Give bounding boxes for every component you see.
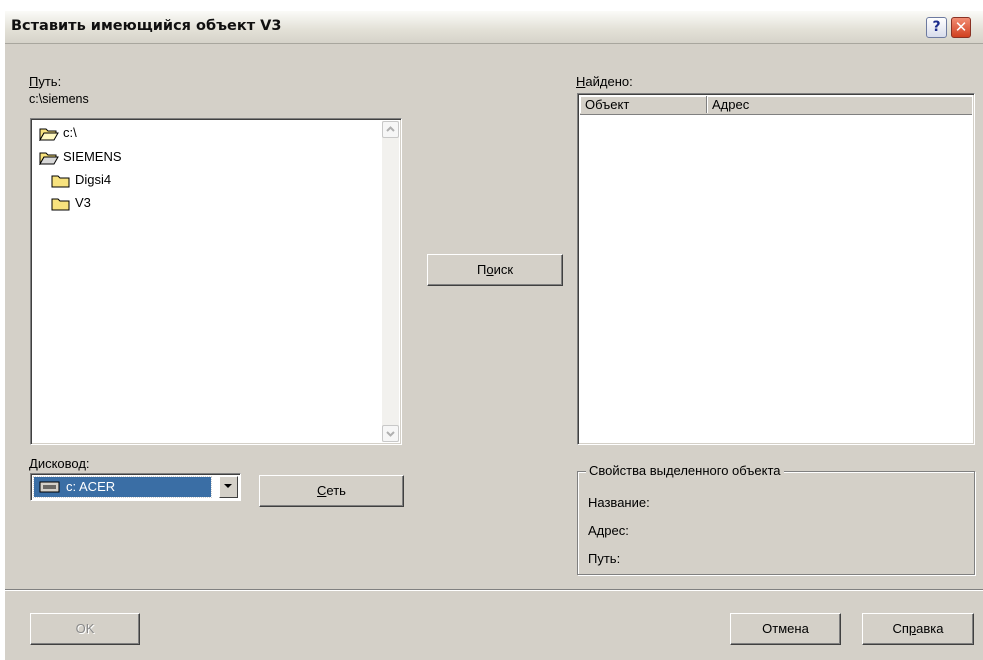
chevron-up-icon	[386, 126, 395, 132]
drive-value: c: ACER	[66, 479, 116, 494]
tree-item-label: Digsi4	[75, 172, 112, 187]
closed-folder-icon	[51, 198, 70, 211]
window-title: Вставить имеющийся объект V3	[11, 18, 282, 34]
network-label-rest: еть	[326, 483, 346, 498]
properties-group: Свойства выделенного объекта Название: А…	[577, 463, 975, 575]
tree-item-v3[interactable]: V3	[51, 194, 91, 212]
scroll-down-arrow[interactable]	[382, 425, 399, 442]
ok-button[interactable]: OK	[30, 613, 140, 645]
path-label-rest: уть:	[38, 74, 62, 89]
tree-item-siemens[interactable]: SIEMENS	[39, 148, 122, 166]
found-label: Найдено:	[576, 74, 633, 89]
tree-item-label: SIEMENS	[63, 149, 122, 164]
network-button[interactable]: Сеть	[259, 475, 404, 507]
property-name-label: Название:	[588, 495, 650, 510]
drive-label: Дисковод:	[29, 456, 90, 471]
close-button[interactable]: ✕	[951, 17, 971, 38]
found-label-rest: айдено:	[585, 74, 633, 89]
open-folder-icon	[39, 128, 59, 142]
cancel-button[interactable]: Отмена	[730, 613, 841, 645]
open-folder-icon	[39, 152, 59, 166]
found-list-header: Объект Адрес	[580, 96, 972, 115]
tree-item-label: V3	[75, 195, 91, 210]
column-header-address[interactable]: Адрес	[707, 96, 972, 113]
property-path-label: Путь:	[588, 551, 621, 566]
property-address-label: Адрес:	[588, 523, 629, 538]
help-button[interactable]: Справка	[862, 613, 974, 645]
dialog-window: Вставить имеющийся объект V3 ? ✕ Путь: c…	[4, 10, 983, 660]
properties-group-title: Свойства выделенного объекта	[586, 463, 784, 478]
folder-tree[interactable]: c:\ SIEMENS Digsi4 V3	[30, 118, 402, 445]
scroll-up-arrow[interactable]	[382, 121, 399, 138]
footer-separator-highlight	[5, 590, 983, 591]
found-list[interactable]: Объект Адрес	[577, 93, 975, 445]
search-label-rest: иск	[493, 262, 514, 277]
tree-item-c-root[interactable]: c:\	[39, 124, 77, 142]
help-label-rest: авка	[916, 621, 944, 636]
path-label: Путь:	[29, 74, 62, 89]
path-value: c:\siemens	[29, 92, 89, 106]
help-label-start: Сп	[892, 621, 909, 636]
tree-item-label: c:\	[63, 125, 77, 140]
search-button[interactable]: Поиск	[427, 254, 563, 286]
title-bar: Вставить имеющийся объект V3 ? ✕	[5, 11, 983, 44]
help-title-button[interactable]: ?	[926, 17, 947, 38]
drive-icon	[39, 481, 60, 493]
chevron-down-icon	[386, 431, 395, 437]
tree-scrollbar[interactable]	[382, 121, 399, 442]
drive-select[interactable]: c: ACER	[30, 473, 241, 501]
drive-label-rest: исковод:	[37, 456, 90, 471]
drive-dropdown-button[interactable]	[219, 476, 238, 498]
tree-item-digsi4[interactable]: Digsi4	[51, 171, 111, 189]
closed-folder-icon	[51, 175, 70, 188]
column-header-object[interactable]: Объект	[580, 96, 707, 113]
drive-selected-value: c: ACER	[33, 476, 212, 498]
dropdown-arrow-icon	[224, 484, 232, 488]
